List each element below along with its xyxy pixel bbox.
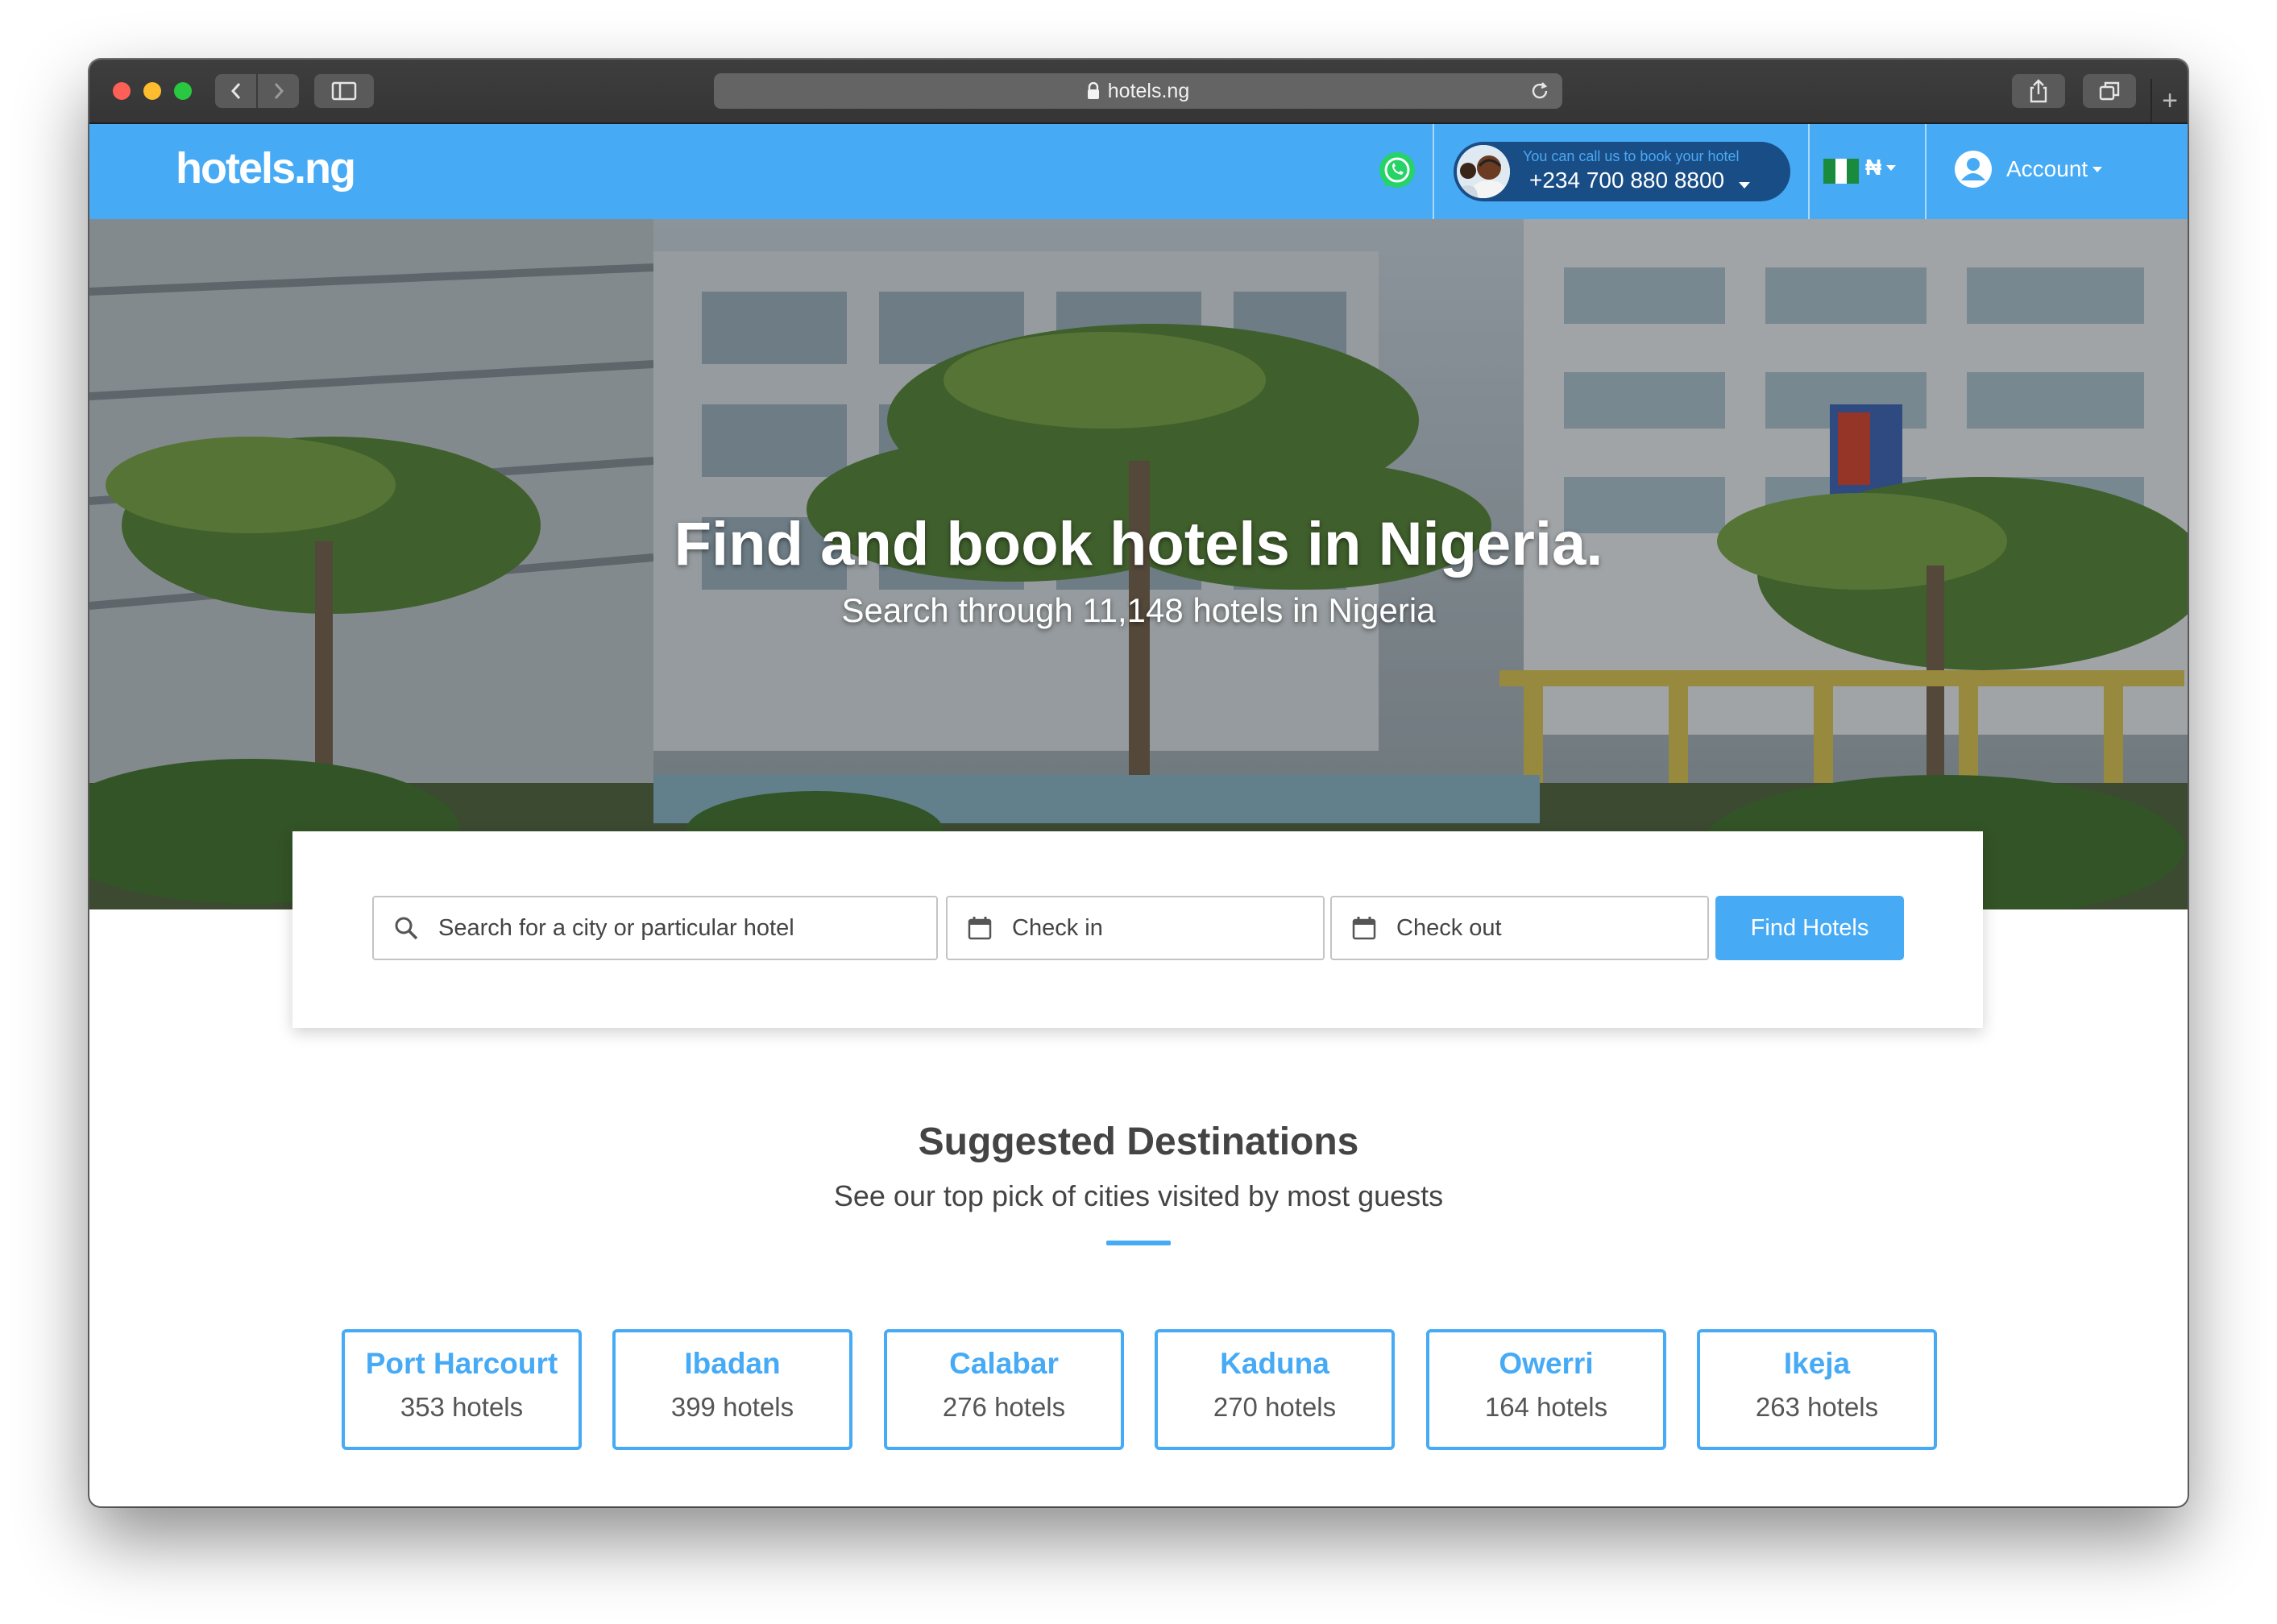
sidebar-toggle-button[interactable] <box>314 74 374 108</box>
find-hotels-button[interactable]: Find Hotels <box>1715 896 1904 960</box>
nigeria-flag-icon[interactable] <box>1823 159 1860 184</box>
hero-title: Find and book hotels in Nigeria. <box>674 510 1603 578</box>
url-text: hotels.ng <box>1107 79 1190 102</box>
currency-symbol: ₦ <box>1865 155 1882 180</box>
caret-down-icon <box>2092 167 2103 172</box>
currency-selector[interactable]: ₦ <box>1865 155 1898 180</box>
browser-window: hotels.ng + hotels.ng You can call us to… <box>89 60 2188 1506</box>
sidebar-icon <box>331 81 357 101</box>
site-header: hotels.ng You can call us to book your h… <box>89 124 2188 219</box>
search-card: Search for a city or particular hotel Ch… <box>292 831 1983 1028</box>
destination-city: Port Harcourt <box>365 1347 558 1380</box>
call-prompt: You can call us to book your hotel <box>1523 148 1740 164</box>
share-icon <box>2030 79 2047 103</box>
lock-icon <box>1087 82 1100 100</box>
destination-city: Calabar <box>949 1347 1059 1380</box>
destinations-subtitle: See our top pick of cities visited by mo… <box>833 1179 1444 1212</box>
account-label: Account <box>2006 156 2088 181</box>
new-tab-button[interactable]: + <box>2150 79 2188 122</box>
caret-down-icon <box>1886 165 1897 171</box>
address-bar[interactable]: hotels.ng <box>714 73 1562 109</box>
destination-card-port-harcourt[interactable]: Port Harcourt 353 hotels <box>342 1329 582 1450</box>
check-in-field[interactable]: Check in <box>946 896 1325 960</box>
destination-card-ikeja[interactable]: Ikeja 263 hotels <box>1697 1329 1937 1450</box>
tabs-icon <box>2099 81 2120 101</box>
destination-card-ibadan[interactable]: Ibadan 399 hotels <box>612 1329 852 1450</box>
close-window-button[interactable] <box>113 82 131 100</box>
hero-subtitle: Search through 11,148 hotels in Nigeria <box>841 591 1436 629</box>
whatsapp-icon[interactable] <box>1376 150 1418 192</box>
header-divider <box>1925 124 1927 219</box>
minimize-window-button[interactable] <box>143 82 161 100</box>
check-out-label: Check out <box>1396 914 1502 941</box>
header-divider <box>1433 124 1434 219</box>
share-button[interactable] <box>2012 74 2065 108</box>
destination-count: 276 hotels <box>942 1392 1066 1422</box>
destination-count: 399 hotels <box>670 1392 794 1422</box>
forward-button[interactable] <box>256 74 299 108</box>
hero-banner: Find and book hotels in Nigeria. Search … <box>89 219 2188 909</box>
destination-count: 164 hotels <box>1484 1392 1608 1422</box>
history-nav <box>215 74 299 108</box>
chevron-right-icon <box>274 83 284 99</box>
search-placeholder: Search for a city or particular hotel <box>438 914 794 941</box>
search-icon <box>374 915 438 941</box>
tabs-overview-button[interactable] <box>2083 74 2136 108</box>
chevron-left-icon <box>230 83 240 99</box>
browser-toolbar: hotels.ng + <box>89 60 2188 124</box>
title-underline <box>1106 1241 1171 1245</box>
destination-city: Ibadan <box>684 1347 781 1380</box>
search-input[interactable]: Search for a city or particular hotel <box>372 896 938 960</box>
back-button[interactable] <box>215 74 256 108</box>
check-out-field[interactable]: Check out <box>1330 896 1709 960</box>
header-divider <box>1808 124 1810 219</box>
destinations-title: Suggested Destinations <box>918 1121 1359 1163</box>
calendar-icon <box>948 915 1012 941</box>
destination-city: Owerri <box>1499 1347 1594 1380</box>
destination-count: 353 hotels <box>400 1392 524 1422</box>
destination-card-kaduna[interactable]: Kaduna 270 hotels <box>1155 1329 1395 1450</box>
phone-number: +234 700 880 8800 <box>1529 168 1725 193</box>
destination-city: Ikeja <box>1783 1347 1851 1380</box>
destination-card-owerri[interactable]: Owerri 164 hotels <box>1426 1329 1666 1450</box>
call-to-book-pill[interactable]: You can call us to book your hotel +234 … <box>1454 142 1790 201</box>
account-menu[interactable]: Account <box>2006 156 2104 182</box>
agent-avatar <box>1457 145 1510 198</box>
calendar-icon <box>1332 915 1396 941</box>
destination-city: Kaduna <box>1220 1347 1329 1380</box>
destination-count: 270 hotels <box>1213 1392 1337 1422</box>
destination-card-calabar[interactable]: Calabar 276 hotels <box>884 1329 1124 1450</box>
caret-down-icon <box>1739 182 1750 188</box>
zoom-window-button[interactable] <box>174 82 192 100</box>
account-icon[interactable] <box>1954 150 1993 188</box>
check-in-label: Check in <box>1012 914 1103 941</box>
site-logo[interactable]: hotels.ng <box>176 143 356 193</box>
destination-count: 263 hotels <box>1755 1392 1879 1422</box>
reload-icon[interactable] <box>1528 80 1551 108</box>
